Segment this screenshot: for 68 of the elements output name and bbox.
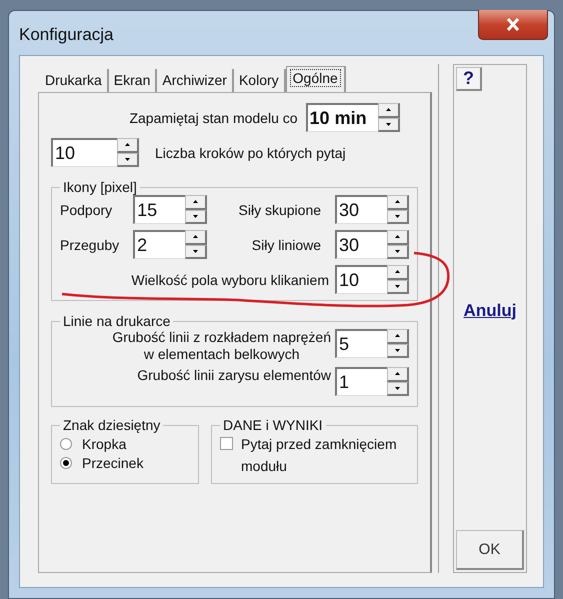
down-arrow-icon xyxy=(395,284,400,288)
down-arrow-icon xyxy=(394,214,400,218)
autosave-label: Zapamiętaj stan modelu co xyxy=(129,110,298,126)
up-arrow-icon xyxy=(395,372,400,376)
field-label: Przeguby xyxy=(60,236,120,252)
help-button[interactable]: ? xyxy=(456,67,482,91)
group-title: Znak dziesiętny xyxy=(62,417,162,433)
up-arrow-icon xyxy=(193,200,198,204)
radio-button[interactable] xyxy=(60,457,72,469)
spin-down-button[interactable] xyxy=(117,152,139,167)
ok-button[interactable]: OK xyxy=(456,530,524,570)
spin-up-button[interactable] xyxy=(386,195,409,210)
spin-value: 30 xyxy=(338,234,359,256)
down-arrow-icon xyxy=(395,386,400,390)
spin-up-button[interactable] xyxy=(117,138,139,152)
group-title: Ikony [pixel] xyxy=(62,179,138,195)
spin-up-button[interactable] xyxy=(378,103,400,118)
close-icon xyxy=(506,18,520,31)
spin-down-button[interactable] xyxy=(387,382,409,396)
group-title: DANE i WYNIKI xyxy=(222,417,324,433)
down-arrow-icon xyxy=(395,348,400,352)
steps-label: Liczba kroków po których pytaj xyxy=(155,144,346,160)
spin-up-button[interactable] xyxy=(185,195,208,210)
spin-down-button[interactable] xyxy=(185,210,208,224)
spin-value: 1 xyxy=(339,371,350,393)
down-arrow-icon xyxy=(386,122,391,126)
spin-up-button[interactable] xyxy=(185,230,208,244)
window-title: Konfiguracja xyxy=(19,25,114,45)
checkbox[interactable] xyxy=(220,437,233,450)
spin-value: 10 min xyxy=(310,107,367,129)
up-arrow-icon xyxy=(394,200,400,204)
spin-down-button[interactable] xyxy=(185,244,208,259)
checkbox-label: Pytaj przed zamknięciem modułu xyxy=(241,435,398,476)
cancel-link[interactable]: Anuluj xyxy=(464,300,516,320)
spin-value: 10 xyxy=(339,269,360,291)
pick-size-label: Wielkość pola wyboru klikaniem xyxy=(131,272,329,288)
down-arrow-icon xyxy=(193,250,198,253)
spin-down-button[interactable] xyxy=(387,280,409,294)
spin-value: 10 xyxy=(55,142,76,164)
tab[interactable]: Ogólne xyxy=(286,66,346,92)
down-arrow-icon xyxy=(193,214,198,218)
spin-up-button[interactable] xyxy=(387,265,409,280)
up-arrow-icon xyxy=(395,270,400,274)
field-label: Siły liniowe xyxy=(250,236,322,252)
spin-value: 15 xyxy=(137,199,158,221)
down-arrow-icon xyxy=(125,158,130,161)
group-title: Linie na drukarce xyxy=(62,313,172,329)
field-label: Grubość linii z rozkładem naprężeń w elementach belkowych xyxy=(112,329,331,363)
spin-up-button[interactable] xyxy=(387,329,409,344)
radio-label: Przecinek xyxy=(82,455,144,471)
spin-value: 2 xyxy=(137,234,148,256)
field-label: Siły skupione xyxy=(238,202,322,218)
spin-up-button[interactable] xyxy=(387,367,409,382)
up-arrow-icon xyxy=(395,334,400,338)
up-arrow-icon xyxy=(386,108,391,112)
spin-up-button[interactable] xyxy=(386,230,409,244)
spin-value: 5 xyxy=(339,333,350,355)
up-arrow-icon xyxy=(193,235,198,238)
up-arrow-icon xyxy=(125,143,130,146)
radio-label: Kropka xyxy=(82,436,126,452)
up-arrow-icon xyxy=(394,235,400,238)
field-label: Grubość linii zarysu elementów xyxy=(137,367,331,384)
field-label: Podpory xyxy=(60,202,114,218)
spin-value: 30 xyxy=(338,199,359,221)
radio-button[interactable] xyxy=(60,438,72,450)
spin-down-button[interactable] xyxy=(387,344,409,358)
close-button[interactable] xyxy=(478,10,548,40)
down-arrow-icon xyxy=(394,250,400,253)
